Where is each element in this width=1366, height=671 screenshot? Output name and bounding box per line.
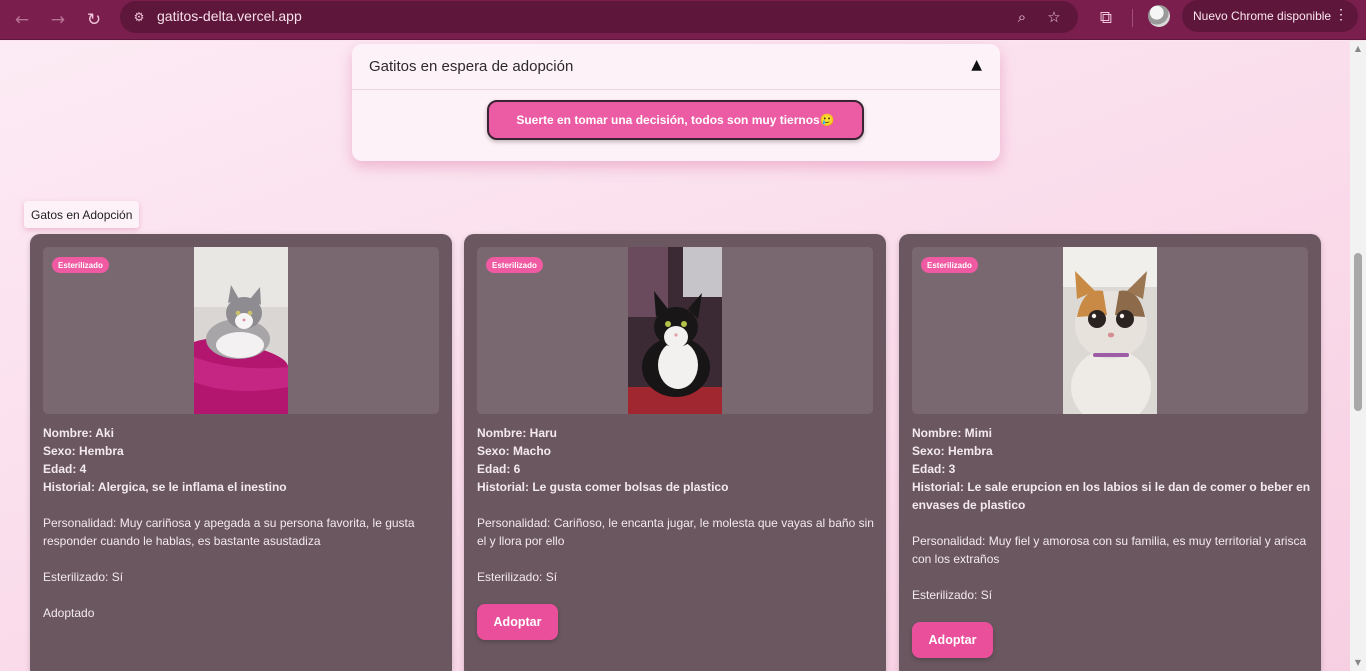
sterilized-badge: Esterilizado	[921, 257, 978, 273]
reload-icon[interactable]: ↻	[80, 6, 108, 34]
browser-toolbar: ← → ↻ ⚙ gatitos-delta.vercel.app ⌕ ☆ ⧉ N…	[0, 0, 1366, 40]
site-info-icon[interactable]: ⚙	[130, 8, 148, 26]
cat-photo-frame: Esterilizado	[912, 247, 1308, 414]
cat-sex: Sexo: Hembra	[912, 444, 993, 458]
cat-info: Nombre: Mimi Sexo: Hembra Edad: 3 Histor…	[912, 424, 1312, 604]
cat-age: Edad: 6	[477, 462, 521, 476]
chrome-update-button[interactable]: Nuevo Chrome disponible ⋮	[1182, 0, 1358, 32]
chrome-update-label: Nuevo Chrome disponible	[1193, 9, 1332, 23]
adoption-accordion: Gatitos en espera de adopción ▲ Suerte e…	[352, 44, 1000, 161]
cat-name: Nombre: Aki	[43, 426, 114, 440]
cat-sex: Sexo: Macho	[477, 444, 552, 458]
adopted-status: Adoptado	[43, 606, 95, 620]
cat-sterilized: Esterilizado: Sí	[477, 570, 558, 584]
cat-sterilized: Esterilizado: Sí	[43, 570, 124, 584]
forward-icon[interactable]: →	[44, 6, 72, 34]
cat-sex: Sexo: Hembra	[43, 444, 124, 458]
luck-message-button[interactable]: Suerte en tomar una decisión, todos son …	[487, 100, 864, 140]
cat-history: Historial: Le sale erupcion en los labio…	[912, 480, 1311, 512]
cat-info: Nombre: Aki Sexo: Hembra Edad: 4 Histori…	[43, 424, 443, 622]
cat-card-haru: Esterilizado Nombre: Haru Sexo: Macho Ed…	[464, 234, 886, 671]
cat-personality: Personalidad: Cariñoso, le encanta jugar…	[477, 516, 874, 548]
cat-age: Edad: 3	[912, 462, 956, 476]
cat-photo-mimi	[1063, 247, 1157, 414]
vertical-scrollbar[interactable]: ▲ ▼	[1350, 41, 1366, 671]
cat-photo-haru	[628, 247, 722, 414]
section-title: Gatos en Adopción	[24, 201, 140, 228]
adopt-button-mimi[interactable]: Adoptar	[912, 622, 993, 658]
cat-card-aki: Esterilizado Nombre: Aki Sexo: Hembra Ed…	[30, 234, 452, 671]
page-content: Gatitos en espera de adopción ▲ Suerte e…	[0, 41, 1350, 671]
cat-photo-aki	[194, 247, 288, 414]
toolbar-divider	[1132, 9, 1133, 27]
bookmark-star-icon[interactable]: ☆	[1043, 6, 1065, 28]
cat-name: Nombre: Mimi	[912, 426, 993, 440]
sterilized-badge: Esterilizado	[486, 257, 543, 273]
cat-history: Historial: Alergica, se le inflama el in…	[43, 480, 287, 494]
scroll-thumb[interactable]	[1354, 253, 1362, 411]
menu-kebab-icon[interactable]: ⋮	[1334, 6, 1348, 23]
profile-avatar[interactable]	[1148, 5, 1170, 27]
cat-photo-frame: Esterilizado	[43, 247, 439, 414]
collapse-triangle-icon[interactable]: ▲	[971, 57, 982, 73]
cat-personality: Personalidad: Muy fiel y amorosa con su …	[912, 534, 1307, 566]
scroll-down-arrow-icon[interactable]: ▼	[1354, 659, 1362, 667]
extensions-icon[interactable]: ⧉	[1094, 6, 1118, 30]
zoom-icon[interactable]: ⌕	[1011, 6, 1033, 28]
cat-card-mimi: Esterilizado Nombre: Mimi Sexo: Hembra E…	[899, 234, 1321, 671]
cat-age: Edad: 4	[43, 462, 87, 476]
cat-name: Nombre: Haru	[477, 426, 558, 440]
cat-personality: Personalidad: Muy cariñosa y apegada a s…	[43, 516, 415, 548]
adopt-button-haru[interactable]: Adoptar	[477, 604, 558, 640]
cat-photo-frame: Esterilizado	[477, 247, 873, 414]
cat-sterilized: Esterilizado: Sí	[912, 588, 993, 602]
sterilized-badge: Esterilizado	[52, 257, 109, 273]
back-icon[interactable]: ←	[8, 6, 36, 34]
url-text[interactable]: gatitos-delta.vercel.app	[157, 8, 302, 24]
accordion-header[interactable]: Gatitos en espera de adopción ▲	[352, 44, 1000, 90]
accordion-title: Gatitos en espera de adopción	[369, 58, 574, 75]
cat-info: Nombre: Haru Sexo: Macho Edad: 6 Histori…	[477, 424, 877, 586]
address-bar[interactable]: ⚙ gatitos-delta.vercel.app ⌕ ☆	[120, 1, 1078, 33]
cat-history: Historial: Le gusta comer bolsas de plas…	[477, 480, 729, 494]
scroll-up-arrow-icon[interactable]: ▲	[1354, 45, 1362, 53]
